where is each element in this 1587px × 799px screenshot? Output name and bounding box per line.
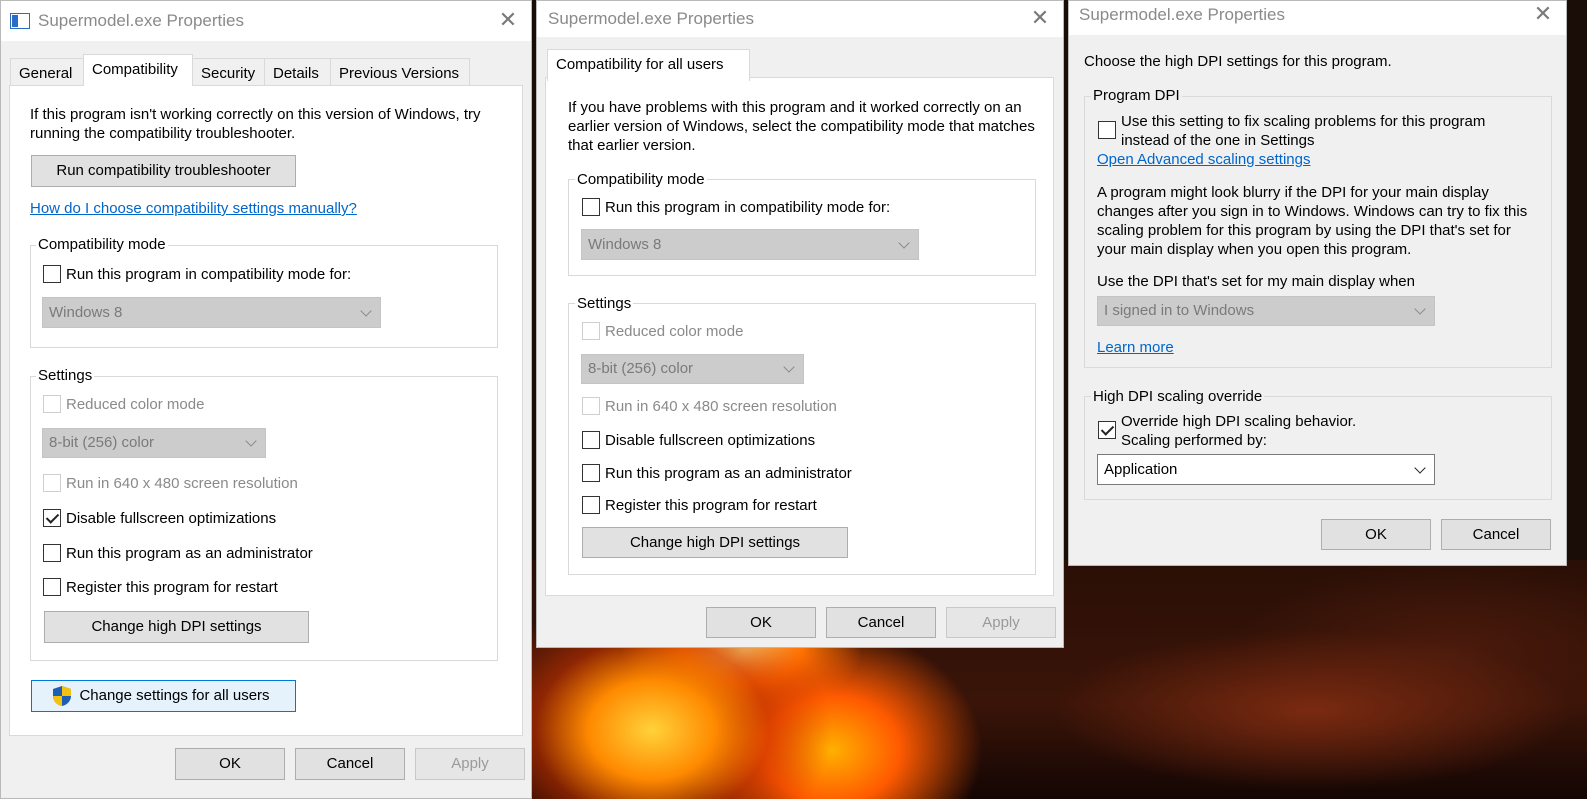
run-admin-label: Run this program as an administrator — [605, 465, 852, 482]
compat-mode-label: Run this program in compatibility mode f… — [66, 266, 352, 283]
change-dpi-button[interactable]: Change high DPI settings — [44, 611, 309, 643]
title-bar: Supermodel.exe Properties ✕ — [1069, 1, 1566, 35]
window-title: Supermodel.exe Properties — [38, 11, 245, 30]
compat-os-value: Windows 8 — [49, 304, 123, 321]
scaling-performed-select[interactable]: Application — [1097, 454, 1435, 485]
settings-label: Settings — [575, 294, 634, 313]
scaling-performed-value: Application — [1104, 461, 1178, 478]
run-admin-label: Run this program as an administrator — [66, 545, 313, 562]
chevron-down-icon — [245, 435, 257, 447]
signin-select: I signed in to Windows — [1097, 296, 1435, 326]
register-restart-label: Register this program for restart — [66, 579, 278, 596]
cancel-button[interactable]: Cancel — [826, 607, 936, 638]
override-dpi-checkbox[interactable] — [1098, 421, 1116, 439]
use-setting-label-line2: instead of the one in Settings — [1121, 132, 1315, 149]
res-640-checkbox — [43, 474, 61, 492]
apply-button: Apply — [946, 607, 1056, 638]
reduced-color-label: Reduced color mode — [66, 396, 205, 413]
chevron-down-icon — [783, 361, 795, 373]
use-setting-checkbox[interactable] — [1098, 121, 1116, 139]
tab-compatibility[interactable]: Compatibility — [83, 54, 193, 86]
close-icon[interactable]: ✕ — [495, 7, 521, 33]
reduced-color-checkbox — [582, 322, 600, 340]
res-640-label: Run in 640 x 480 screen resolution — [66, 475, 298, 492]
advanced-scaling-link[interactable]: Open Advanced scaling settings — [1097, 150, 1310, 169]
tab-previous-versions[interactable]: Previous Versions — [330, 58, 470, 86]
cancel-button[interactable]: Cancel — [295, 748, 405, 780]
register-restart-checkbox[interactable] — [43, 578, 61, 596]
cancel-button[interactable]: Cancel — [1441, 519, 1551, 550]
run-admin-checkbox[interactable] — [43, 544, 61, 562]
dpi-settings-window: Supermodel.exe Properties ✕ Choose the h… — [1068, 0, 1567, 566]
compatibility-mode-label: Compatibility mode — [575, 170, 707, 189]
signin-value: I signed in to Windows — [1104, 302, 1255, 319]
use-dpi-label: Use the DPI that's set for my main displ… — [1097, 273, 1415, 290]
change-dpi-button[interactable]: Change high DPI settings — [582, 527, 848, 558]
run-admin-checkbox[interactable] — [582, 464, 600, 482]
disable-fullscreen-checkbox[interactable] — [43, 509, 61, 527]
compat-mode-checkbox[interactable] — [43, 265, 61, 283]
settings-label: Settings — [36, 366, 95, 385]
title-bar: Supermodel.exe Properties ✕ — [537, 1, 1063, 37]
ok-button[interactable]: OK — [1321, 519, 1431, 550]
res-640-checkbox — [582, 397, 600, 415]
change-all-users-button[interactable]: Change settings for all users — [31, 680, 296, 712]
window-title: Supermodel.exe Properties — [548, 9, 755, 28]
chevron-down-icon — [898, 236, 910, 249]
disable-fullscreen-label: Disable fullscreen optimizations — [66, 510, 277, 527]
reduced-color-checkbox — [43, 395, 61, 413]
compat-os-value: Windows 8 — [588, 236, 662, 253]
register-restart-label: Register this program for restart — [605, 497, 817, 514]
ok-button[interactable]: OK — [706, 607, 816, 638]
properties-window-all-users: Supermodel.exe Properties ✕ Compatibilit… — [536, 0, 1064, 648]
color-depth-value: 8-bit (256) color — [588, 360, 694, 377]
tab-panel: If you have problems with this program a… — [545, 77, 1054, 596]
ok-button[interactable]: OK — [175, 748, 285, 780]
close-icon[interactable]: ✕ — [1027, 5, 1053, 31]
res-640-label: Run in 640 x 480 screen resolution — [605, 398, 837, 415]
learn-more-link[interactable]: Learn more — [1097, 338, 1174, 357]
apply-button: Apply — [415, 748, 525, 780]
use-setting-label-line1: Use this setting to fix scaling problems… — [1121, 113, 1486, 130]
compatibility-mode-group — [568, 179, 1036, 276]
change-all-users-label: Change settings for all users — [79, 687, 270, 704]
chevron-down-icon — [1414, 303, 1426, 315]
dpi-heading: Choose the high DPI settings for this pr… — [1084, 53, 1392, 70]
disable-fullscreen-checkbox[interactable] — [582, 431, 600, 449]
chevron-down-icon — [360, 304, 372, 317]
override-label: High DPI scaling override — [1091, 387, 1265, 406]
tab-general[interactable]: General — [10, 58, 84, 86]
color-depth-select: 8-bit (256) color — [42, 428, 266, 458]
override-label-line1: Override high DPI scaling behavior. — [1121, 413, 1357, 430]
tab-details[interactable]: Details — [264, 58, 331, 86]
uac-shield-icon — [53, 686, 71, 706]
disable-fullscreen-label: Disable fullscreen optimizations — [605, 432, 816, 449]
compat-os-select: Windows 8 — [581, 229, 919, 260]
color-depth-value: 8-bit (256) color — [49, 434, 155, 451]
program-dpi-label: Program DPI — [1091, 86, 1182, 105]
title-bar: Supermodel.exe Properties ✕ — [1, 1, 531, 41]
chevron-down-icon — [1414, 461, 1426, 474]
intro-text: If this program isn't working correctly … — [30, 106, 481, 142]
register-restart-checkbox[interactable] — [582, 496, 600, 514]
color-depth-select: 8-bit (256) color — [581, 354, 804, 384]
window-title: Supermodel.exe Properties — [1079, 5, 1286, 24]
compat-os-select: Windows 8 — [42, 297, 381, 328]
app-icon — [10, 13, 30, 29]
intro-text: If you have problems with this program a… — [568, 99, 1035, 154]
blurry-explanation: A program might look blurry if the DPI f… — [1097, 184, 1528, 258]
properties-window-main: Supermodel.exe Properties ✕ General Comp… — [0, 0, 532, 799]
compatibility-mode-label: Compatibility mode — [36, 235, 168, 254]
close-icon[interactable]: ✕ — [1530, 1, 1556, 27]
tab-security[interactable]: Security — [192, 58, 265, 86]
compat-mode-label: Run this program in compatibility mode f… — [605, 199, 891, 216]
compat-mode-checkbox[interactable] — [582, 198, 600, 216]
help-link[interactable]: How do I choose compatibility settings m… — [30, 199, 357, 218]
reduced-color-label: Reduced color mode — [605, 323, 744, 340]
tab-compatibility-all-users[interactable]: Compatibility for all users — [547, 49, 750, 81]
run-troubleshooter-button[interactable]: Run compatibility troubleshooter — [31, 155, 296, 187]
tab-panel: If this program isn't working correctly … — [9, 85, 523, 736]
override-label-line2: Scaling performed by: — [1121, 432, 1267, 449]
